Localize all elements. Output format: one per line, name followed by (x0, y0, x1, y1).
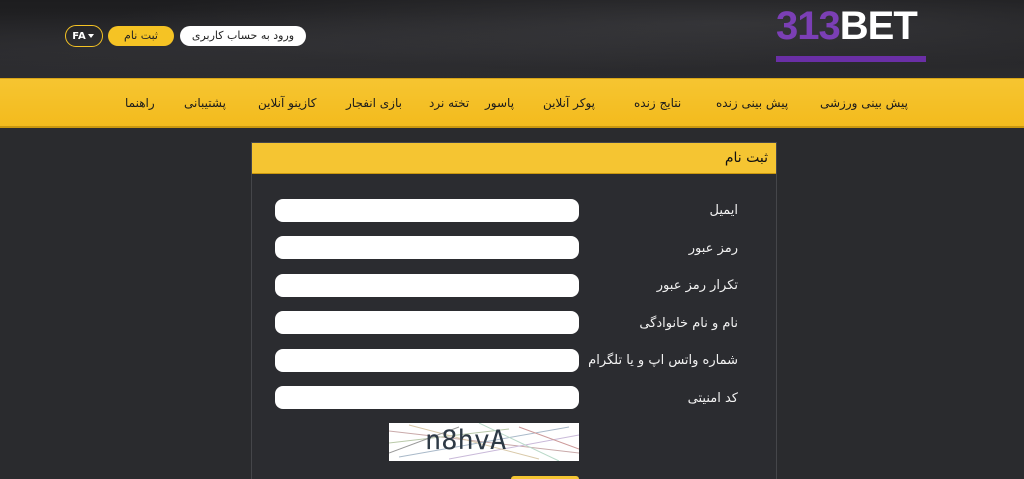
registration-panel: ثبت نام ایمیل رمز عبور تکرار رمز عبور نا… (251, 142, 777, 479)
phone-field[interactable] (275, 349, 579, 372)
nav-item-pasur[interactable]: پاسور (485, 79, 514, 127)
full-name-label: نام و نام خانوادگی (639, 316, 738, 331)
site-header: 313 BET ورود به حساب کاربری ثبت نام FA (0, 0, 1024, 78)
captcha-image: n8hvA (389, 423, 579, 461)
panel-title: ثبت نام (724, 150, 768, 166)
email-field[interactable] (275, 199, 579, 222)
language-label: FA (72, 30, 86, 42)
email-label: ایمیل (709, 203, 738, 218)
nav-item-backgammon[interactable]: تخته نرد (429, 79, 469, 127)
site-logo[interactable]: 313 BET (776, 6, 928, 66)
full-name-field[interactable] (275, 311, 579, 334)
register-button[interactable]: ثبت نام (108, 26, 174, 46)
confirm-password-field[interactable] (275, 274, 579, 297)
phone-label: شماره واتس اپ و یا تلگرام (588, 353, 738, 368)
password-label: رمز عبور (688, 241, 738, 256)
nav-item-live-results[interactable]: نتایج زنده (634, 79, 681, 127)
logo-prefix: 313 (776, 4, 841, 48)
nav-item-support[interactable]: پشتیبانی (184, 79, 226, 127)
nav-item-online-casino[interactable]: کازینو آنلاین (258, 79, 316, 127)
logo-suffix: BET (839, 4, 918, 48)
main-nav: پیش بینی ورزشی پیش بینی زنده نتایج زنده … (0, 78, 1024, 128)
captcha-text: n8hvA (425, 425, 507, 456)
nav-item-live-betting[interactable]: پیش بینی زنده (716, 79, 788, 127)
security-code-field[interactable] (275, 386, 579, 409)
nav-item-crash-game[interactable]: بازی انفجار (346, 79, 402, 127)
caret-down-icon (87, 34, 94, 38)
password-field[interactable] (275, 236, 579, 259)
confirm-password-label: تکرار رمز عبور (656, 278, 738, 293)
language-select[interactable]: FA (65, 25, 103, 47)
panel-header: ثبت نام (252, 143, 776, 174)
security-code-label: کد امنیتی (687, 391, 738, 406)
nav-item-sports-betting[interactable]: پیش بینی ورزشی (820, 79, 908, 127)
logo-underline (776, 56, 926, 62)
nav-item-help[interactable]: راهنما (125, 79, 155, 127)
nav-item-online-poker[interactable]: پوکر آنلاین (543, 79, 595, 127)
login-button[interactable]: ورود به حساب کاربری (180, 26, 306, 46)
